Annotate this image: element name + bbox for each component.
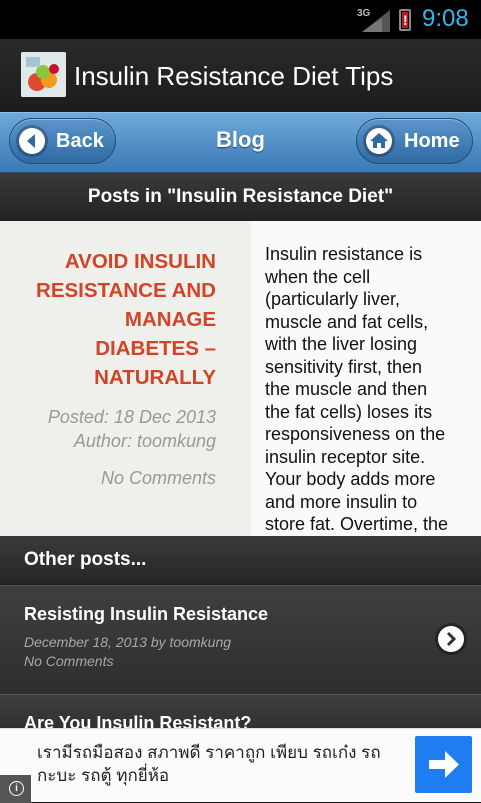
list-item[interactable]: Resisting Insulin Resistance December 18… [0,585,481,694]
ad-text-line: เรามีรถมือสอง สภาพดี ราคาถูก เพียบ รถเก๋… [37,743,381,762]
excerpt-line: the muscle and then [265,379,428,399]
chevron-right-icon[interactable] [438,626,464,652]
post-title-line: NATURALLY [94,366,216,389]
post-title-line: RESISTANCE AND [36,279,216,302]
post-comments-link[interactable]: No Comments [101,468,216,489]
app-title-bar: Insulin Resistance Diet Tips [0,39,481,113]
other-posts-heading-label: Other posts... [24,549,147,570]
home-button[interactable]: Home [356,118,473,164]
ad-info-button[interactable]: i [0,775,31,803]
ad-go-button[interactable] [415,736,472,793]
post-title-line: MANAGE [124,308,216,331]
battery-icon: ! [399,9,411,31]
clock: 9:08 [422,5,469,32]
posts-category-heading: Posts in "Insulin Resistance Diet" [0,173,481,221]
home-icon [366,128,392,154]
signal-icon [362,10,390,32]
excerpt-line: when the cell [265,266,371,287]
battery-alert: ! [403,12,408,28]
post-title-line: DIABETES – [95,337,216,360]
post-date: Posted: 18 Dec 2013 [47,407,216,427]
home-label: Home [404,130,460,152]
list-item-comments: No Comments [24,653,114,669]
status-bar: 3G ! 9:08 [0,0,481,39]
arrow-right-icon [429,751,459,778]
excerpt-line: muscle and fat cells, [265,311,429,332]
excerpt-line: (particularly liver, [265,289,401,309]
post-author: Author: toomkung [73,431,216,451]
excerpt-line: Your body adds more [265,469,436,489]
app-title: Insulin Resistance Diet Tips [74,61,394,91]
excerpt-line: responsiveness on the [265,424,446,444]
ad-text-line: กะบะ รถตู้ ทุกยี่ห้อ [37,766,170,785]
info-icon: i [9,781,24,796]
list-item-title: Resisting Insulin Resistance [24,604,269,624]
ad-text: เรามีรถมือสอง สภาพดี ราคาถูก เพียบ รถเก๋… [37,741,407,787]
other-posts-heading: Other posts... [0,536,481,584]
post-excerpt: Insulin resistance is when the cell (par… [265,243,471,536]
excerpt-line: the fat cells) loses its [265,401,433,422]
excerpt-line: and more insulin to [265,491,418,512]
header-nav: Back Blog Home [0,112,481,173]
excerpt-line: with the liver losing [265,334,418,354]
post-title-line: AVOID INSULIN [64,250,216,273]
post-title[interactable]: AVOID INSULIN RESISTANCE AND MANAGE DIAB… [6,247,216,392]
excerpt-line: Insulin resistance is [265,244,423,264]
post-card[interactable]: AVOID INSULIN RESISTANCE AND MANAGE DIAB… [0,221,481,536]
excerpt-line: sensitivity first, then [265,356,423,377]
list-item-date: December 18, 2013 by toomkung [24,634,232,650]
excerpt-line: store fat. Overtime, the [265,514,449,534]
excerpt-line: insulin receptor site. [265,446,426,467]
fruit-logo-icon [21,52,66,97]
ad-banner[interactable]: เรามีรถมือสอง สภาพดี ราคาถูก เพียบ รถเก๋… [0,728,481,803]
